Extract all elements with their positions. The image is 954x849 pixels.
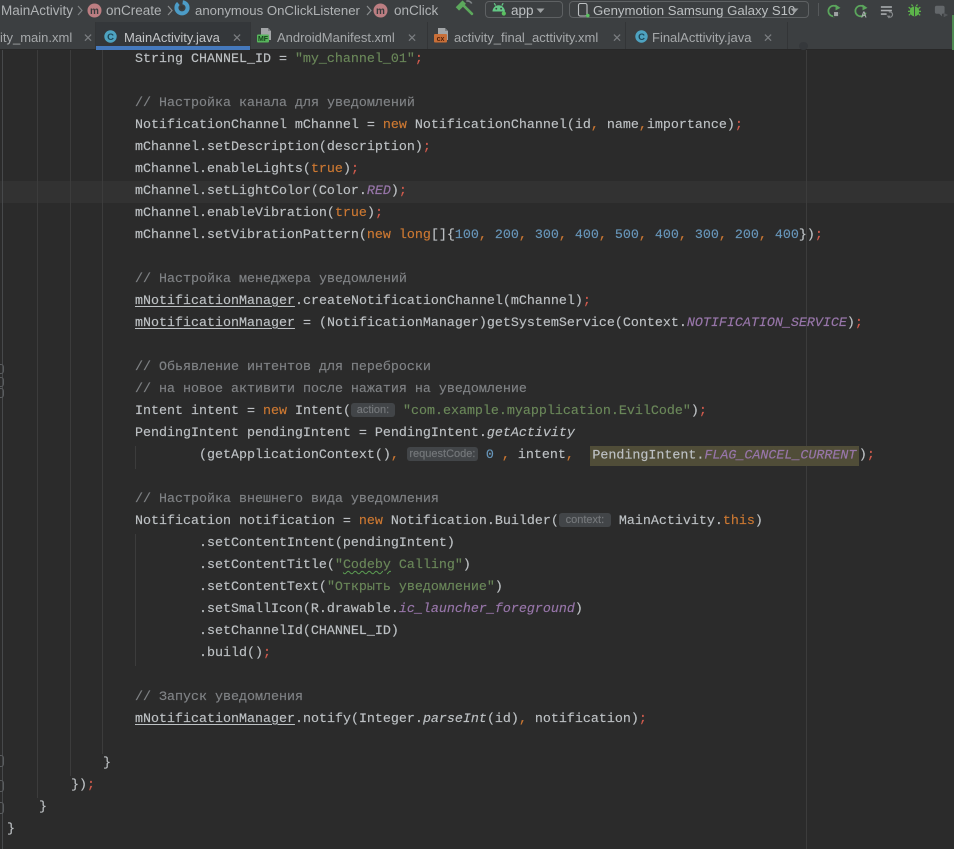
svg-text:C: C (638, 32, 645, 43)
svg-text:m: m (90, 6, 99, 17)
svg-text:cx: cx (437, 36, 445, 43)
svg-text:m: m (376, 6, 385, 17)
svg-text:MF: MF (258, 36, 269, 43)
svg-text:C: C (107, 32, 114, 43)
svg-text:A: A (861, 11, 867, 19)
